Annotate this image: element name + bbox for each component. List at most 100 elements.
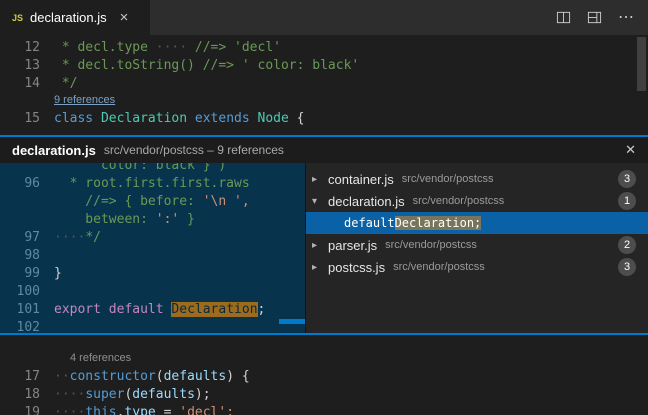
chevron-icon[interactable]: ▸	[312, 262, 328, 273]
code-token	[187, 111, 195, 126]
code-token: type	[124, 405, 155, 415]
code-line[interactable]: 101 export default Declaration;	[0, 301, 305, 319]
line-content: color: black }')	[54, 163, 226, 175]
js-file-icon: JS	[12, 13, 23, 23]
line-number: 17	[0, 368, 40, 386]
code-token: '\n ',	[203, 194, 250, 209]
editor-top: 12 * decl.type ···· //=> 'decl'13 * decl…	[0, 35, 648, 128]
code-token: ····	[54, 405, 85, 415]
more-actions-icon[interactable]: ⋯	[618, 10, 634, 26]
tab-close-icon[interactable]: ×	[120, 9, 129, 26]
code-line[interactable]: 100	[0, 283, 305, 301]
code-token: class	[54, 111, 93, 126]
peek-title: declaration.js	[12, 143, 96, 158]
code-line[interactable]: 18····super(defaults);	[0, 386, 648, 404]
chevron-icon[interactable]: ▾	[312, 196, 328, 207]
peek-meta: src/vendor/postcss – 9 references	[104, 143, 284, 157]
reference-item-row[interactable]: default Declaration;	[306, 212, 648, 234]
line-number: 97	[0, 229, 40, 247]
code-token: super	[85, 387, 124, 402]
code-line[interactable]: 15class Declaration extends Node {	[0, 110, 648, 128]
line-content: class Declaration extends Node {	[54, 110, 304, 128]
tab-label: declaration.js	[30, 10, 107, 25]
code-token: */	[54, 76, 77, 91]
line-number: 102	[0, 319, 40, 333]
code-line[interactable]: 19 ····this.type = 'decl';	[0, 404, 648, 415]
code-token: * root.first.first.raws	[54, 176, 250, 191]
code-token: default	[109, 302, 164, 317]
code-line[interactable]: 96 * root.first.first.raws	[0, 175, 305, 193]
code-line[interactable]: 13 * decl.toString() //=> ' color: black…	[0, 57, 648, 75]
file-path: src/vendor/postcss	[393, 261, 485, 273]
code-token: ····	[156, 40, 187, 55]
line-number	[0, 163, 40, 175]
tab-bar: JS declaration.js × ⋯	[0, 0, 648, 35]
code-token: );	[195, 387, 211, 402]
chevron-icon[interactable]: ▸	[312, 174, 328, 185]
peek-horizontal-scrollbar[interactable]	[279, 319, 305, 324]
code-token	[93, 111, 101, 126]
code-token: //=> { before:	[54, 194, 203, 209]
code-line[interactable]: color: black }')	[0, 163, 305, 175]
codelens-references-link-bottom[interactable]: 4 references	[70, 352, 131, 364]
reference-file-row[interactable]: ▸parser.jssrc/vendor/postcss2	[306, 234, 648, 256]
code-token: {	[289, 111, 305, 126]
file-path: src/vendor/postcss	[402, 173, 494, 185]
code-line[interactable]: 97····*/	[0, 229, 305, 247]
code-line[interactable]: 98	[0, 247, 305, 265]
line-number: 99	[0, 265, 40, 283]
code-line[interactable]: 17 ··constructor(defaults) {	[0, 368, 648, 386]
split-editor-icon[interactable]	[556, 10, 571, 25]
line-content: ··constructor(defaults) {	[54, 368, 250, 386]
codelens-row-bottom: 4 references	[70, 351, 648, 368]
line-number: 101	[0, 301, 40, 319]
reference-file-row[interactable]: ▸postcss.jssrc/vendor/postcss3	[306, 256, 648, 278]
code-token: (	[156, 369, 164, 384]
reference-file-row[interactable]: ▾declaration.jssrc/vendor/postcss1	[306, 190, 648, 212]
line-content: ····super(defaults);	[54, 386, 211, 404]
chevron-icon[interactable]: ▸	[312, 240, 328, 251]
code-token: Declaration	[171, 302, 257, 317]
code-line[interactable]: between: ':' }	[0, 211, 305, 229]
reference-match-text: Declaration;	[395, 216, 482, 230]
file-name: postcss.js	[328, 260, 385, 275]
file-path: src/vendor/postcss	[385, 239, 477, 251]
code-line[interactable]: 99}	[0, 265, 305, 283]
code-token: }	[179, 212, 195, 227]
code-token: constructor	[70, 369, 156, 384]
codelens-row: 9 references	[54, 93, 648, 110]
codelens-references-link[interactable]: 9 references	[54, 94, 115, 106]
count-badge: 1	[618, 192, 636, 210]
line-number: 19	[0, 404, 40, 415]
reference-file-row[interactable]: ▸container.jssrc/vendor/postcss3	[306, 168, 648, 190]
scrollbar-thumb[interactable]	[637, 37, 646, 91]
line-content: * decl.type ···· //=> 'decl'	[54, 39, 281, 57]
code-line[interactable]: 14 */	[0, 75, 648, 93]
code-token: 'decl';	[179, 405, 234, 415]
vscode-window: JS declaration.js × ⋯ 12 * decl.type ···…	[0, 0, 648, 415]
line-content: }	[54, 265, 62, 283]
line-content: export default Declaration;	[54, 301, 265, 319]
editor-layout-icon[interactable]	[587, 10, 602, 25]
code-line[interactable]: 102	[0, 319, 305, 333]
line-number: 14	[0, 75, 40, 93]
line-content: * decl.toString() //=> ' color: black'	[54, 57, 359, 75]
line-content: between: ':' }	[54, 211, 195, 229]
tab-declaration-js[interactable]: JS declaration.js ×	[0, 0, 150, 35]
editor-lines-top: 12 * decl.type ···· //=> 'decl'13 * decl…	[0, 39, 648, 93]
file-name: parser.js	[328, 238, 377, 253]
editor-lines-bottom: 17 ··constructor(defaults) {18····super(d…	[0, 368, 648, 415]
code-line[interactable]: 12 * decl.type ···· //=> 'decl'	[0, 39, 648, 57]
code-token: ) {	[226, 369, 249, 384]
code-token: defaults	[132, 387, 195, 402]
code-line[interactable]: //=> { before: '\n ',	[0, 193, 305, 211]
line-number: 96	[0, 175, 40, 193]
line-number: 100	[0, 283, 40, 301]
peek-close-icon[interactable]: ✕	[625, 142, 636, 158]
code-token	[101, 302, 109, 317]
line-content: ····this.type = 'decl';	[54, 404, 234, 415]
line-number: 12	[0, 39, 40, 57]
code-token: this	[85, 405, 116, 415]
code-token: }	[54, 266, 62, 281]
peek-editor: color: black }')96 * root.first.first.ra…	[0, 163, 305, 333]
